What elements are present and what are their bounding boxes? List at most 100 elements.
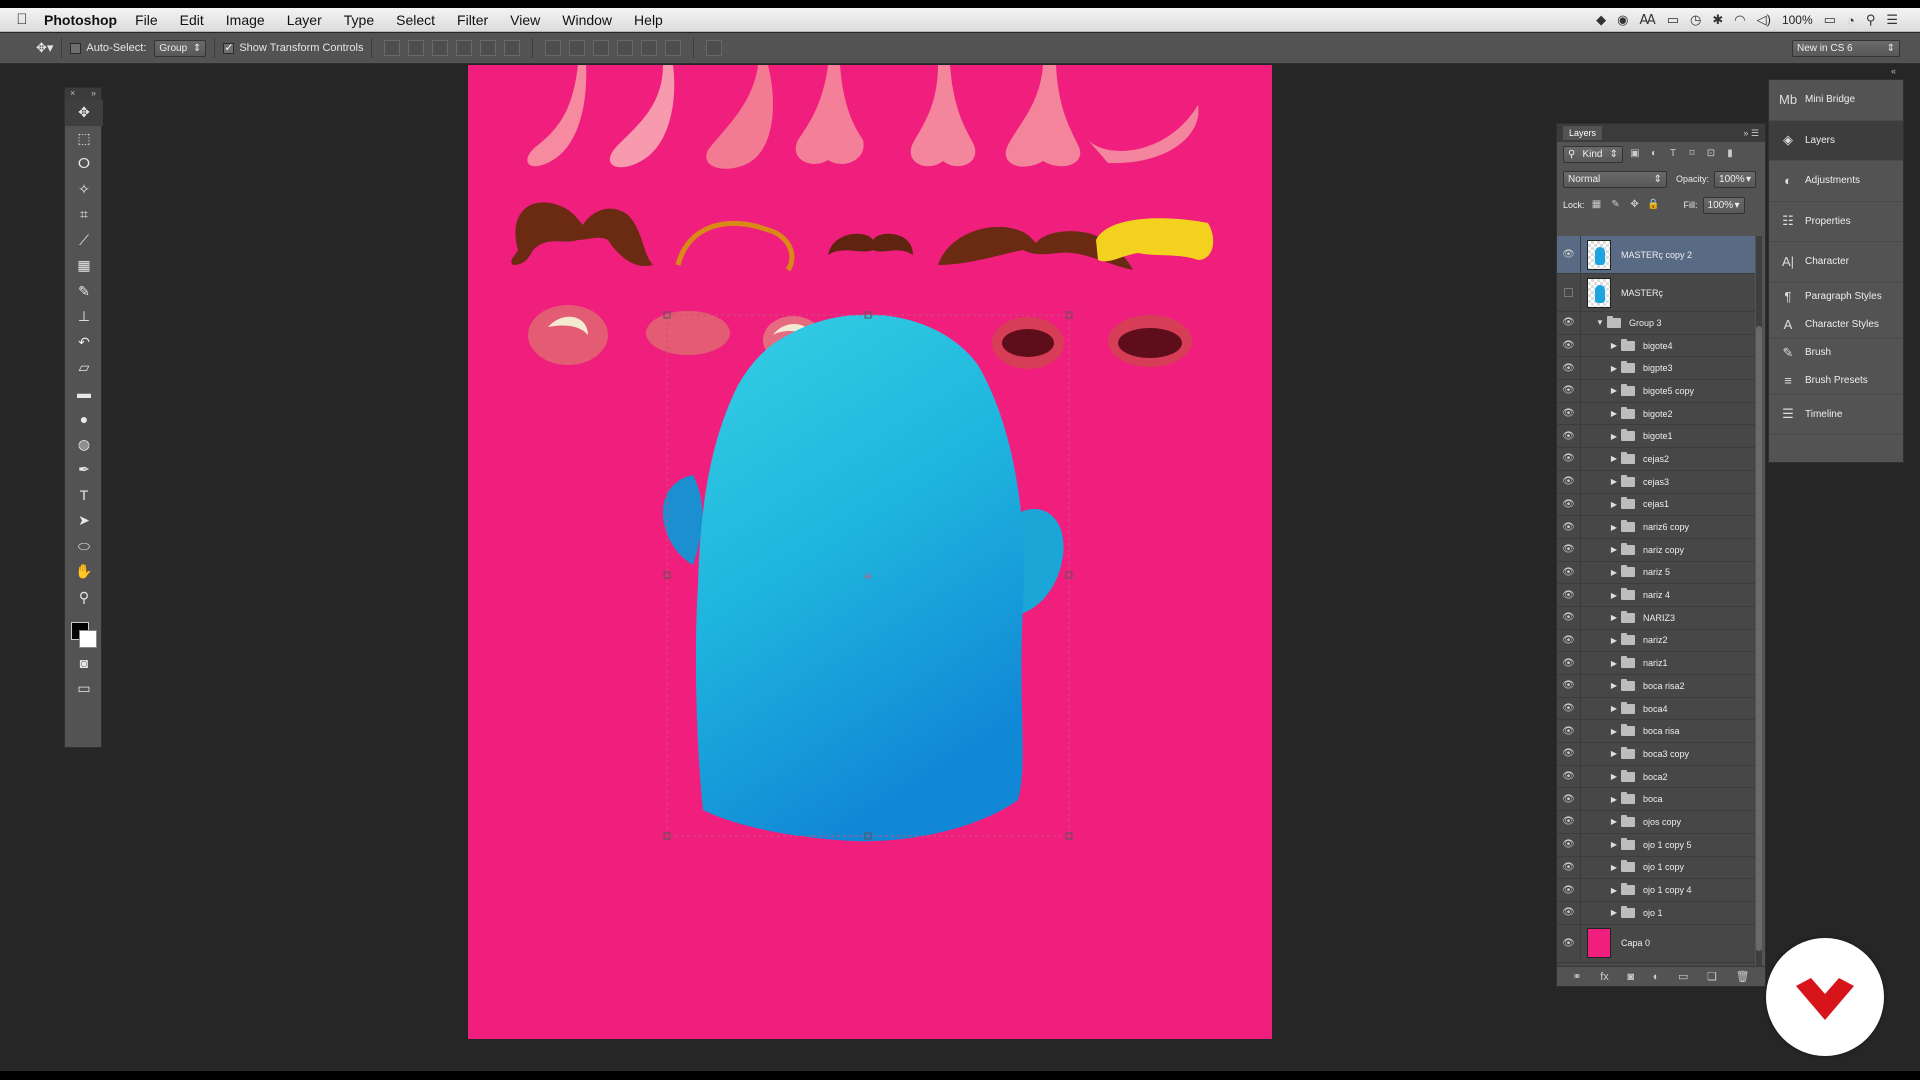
layer-row[interactable]: 👁 ▼ Group 3 (1557, 312, 1755, 335)
eye-icon[interactable]: 👁 (1557, 561, 1581, 584)
screen-mode-icon[interactable]: ▭ (65, 676, 103, 702)
gradient-tool-icon[interactable]: ▬ (65, 381, 103, 407)
history-brush-tool-icon[interactable]: ↶ (65, 330, 103, 356)
chevron-right-icon[interactable]: ▶ (1607, 613, 1621, 622)
dock-item-brush[interactable]: ✎ Brush (1769, 339, 1903, 367)
battery-icon[interactable]: ▭ (1824, 12, 1836, 28)
eye-icon[interactable]: 👁 (1557, 652, 1581, 674)
lock-position-icon[interactable]: ✥ (1628, 198, 1642, 212)
ellipse-tool-icon[interactable]: ⬭ (65, 534, 103, 560)
dock-collapse-icon[interactable]: « (1891, 66, 1896, 76)
background-color-swatch[interactable] (79, 630, 97, 648)
dock-item-brush-presets[interactable]: ≡ Brush Presets (1769, 367, 1903, 395)
clone-stamp-tool-icon[interactable]: ⊥ (65, 304, 103, 330)
hand-tool-icon[interactable]: ✋ (65, 559, 103, 585)
scrollbar-thumb[interactable] (1756, 326, 1762, 951)
layer-row[interactable]: 👁 ▶ bigote5 copy (1557, 380, 1755, 403)
link-layers-icon[interactable]: ⚭ (1572, 970, 1581, 983)
eye-icon[interactable]: 👁 (1557, 236, 1581, 273)
chevron-right-icon[interactable]: ▶ (1607, 886, 1621, 895)
chevron-right-icon[interactable]: ▶ (1607, 863, 1621, 872)
adjustment-layer-icon[interactable]: ◐ (1653, 971, 1660, 983)
layer-row[interactable]: 👁 ▶ bigpte3 (1557, 357, 1755, 381)
eyedropper-tool-icon[interactable]: ⟋ (65, 228, 103, 254)
eraser-tool-icon[interactable]: ▱ (65, 355, 103, 381)
layer-row[interactable]: 👁 ▶ ojo 1 copy 5 (1557, 833, 1755, 857)
layer-row[interactable]: 👁 ▶ boca4 (1557, 697, 1755, 721)
chevron-right-icon[interactable]: ▶ (1607, 432, 1621, 441)
menu-type[interactable]: Type (340, 12, 378, 28)
record-icon[interactable]: ◉ (1617, 12, 1628, 28)
lock-transparency-icon[interactable]: ▦ (1590, 198, 1604, 212)
magic-wand-tool-icon[interactable]: ✧ (65, 177, 103, 203)
pixel-filter-icon[interactable]: ▣ (1628, 147, 1642, 161)
move-tool-icon[interactable]: ✥ (65, 100, 103, 126)
eye-icon[interactable]: 👁 (1557, 765, 1581, 788)
chevron-right-icon[interactable]: ▶ (1607, 840, 1621, 849)
align-left-icon[interactable] (456, 40, 473, 56)
align-bottom-icon[interactable] (432, 40, 449, 56)
chevron-right-icon[interactable]: ▶ (1607, 817, 1621, 826)
distribute-right-icon[interactable] (665, 40, 682, 56)
layer-list-scrollbar[interactable] (1756, 236, 1762, 966)
eye-icon[interactable]: 👁 (1557, 697, 1581, 720)
menu-app-name[interactable]: Photoshop (44, 12, 117, 28)
volume-icon[interactable]: ◁) (1757, 12, 1771, 28)
bluetooth-icon[interactable]: ✱ (1712, 12, 1723, 28)
workspace-dropdown[interactable]: New in CS 6 ⇕ (1792, 39, 1900, 57)
dock-item-properties[interactable]: ☷ Properties (1769, 202, 1903, 242)
eye-icon[interactable]: 👁 (1557, 402, 1581, 425)
chevron-right-icon[interactable]: ▶ (1607, 523, 1621, 532)
chevron-right-icon[interactable]: ▶ (1607, 681, 1621, 690)
chevron-right-icon[interactable]: ▶ (1607, 477, 1621, 486)
eye-icon[interactable]: 👁 (1557, 493, 1581, 516)
layer-row[interactable]: 👁 ▶ nariz 5 (1557, 561, 1755, 585)
chevron-right-icon[interactable]: ▶ (1607, 341, 1621, 350)
healing-brush-tool-icon[interactable]: ▦ (65, 253, 103, 279)
layer-row[interactable]: 👁 ▶ boca risa (1557, 720, 1755, 744)
distribute-hcenter-icon[interactable] (641, 40, 658, 56)
trash-icon[interactable]: 🗑 (1736, 970, 1750, 983)
adjustment-filter-icon[interactable]: ◐ (1647, 147, 1661, 161)
apple-icon[interactable]:  (0, 11, 44, 28)
menu-file[interactable]: File (131, 12, 162, 28)
chevron-right-icon[interactable]: ▶ (1607, 908, 1621, 917)
dock-item-adjustments[interactable]: ◐ Adjustments (1769, 161, 1903, 202)
align-vcenter-icon[interactable] (408, 40, 425, 56)
chevron-right-icon[interactable]: ▶ (1607, 704, 1621, 713)
close-icon[interactable]: × (70, 88, 75, 100)
quick-mask-icon[interactable]: ◙ (65, 650, 103, 676)
layer-row[interactable]: 👁 ▶ nariz6 copy (1557, 516, 1755, 539)
layer-row[interactable]: 👁 ▶ boca risa2 (1557, 675, 1755, 698)
eye-icon[interactable]: 👁 (1557, 448, 1581, 470)
chevron-right-icon[interactable]: ▶ (1607, 454, 1621, 463)
layer-row[interactable]: 👁 ▶ nariz1 (1557, 652, 1755, 675)
eye-icon[interactable]: 👁 (1557, 743, 1581, 765)
menu-help[interactable]: Help (630, 12, 667, 28)
add-mask-icon[interactable]: ◙ (1627, 971, 1634, 983)
smart-object-filter-icon[interactable]: ⊡ (1704, 147, 1718, 161)
color-swatches[interactable] (65, 610, 101, 650)
blend-mode-dropdown[interactable]: Normal ⇕ (1563, 170, 1667, 188)
dock-item-paragraph-styles[interactable]: ¶ Paragraph Styles (1769, 283, 1903, 311)
layer-row[interactable]: 👁 MASTERç copy 2 (1557, 236, 1755, 274)
eye-icon[interactable]: 👁 (1557, 425, 1581, 448)
tab-layers[interactable]: Layers (1563, 126, 1603, 140)
distribute-left-icon[interactable] (617, 40, 634, 56)
layer-row[interactable]: MASTERç (1557, 274, 1755, 312)
new-group-icon[interactable]: ▭ (1678, 970, 1688, 983)
layer-row[interactable]: 👁 ▶ ojo 1 copy 4 (1557, 879, 1755, 902)
layer-row[interactable]: 👁 ▶ NARIZ3 (1557, 606, 1755, 630)
eye-icon[interactable]: 👁 (1557, 629, 1581, 652)
new-layer-icon[interactable]: ❏ (1707, 970, 1717, 983)
eye-icon[interactable]: 👁 (1557, 516, 1581, 538)
menu-window[interactable]: Window (558, 12, 616, 28)
eye-icon[interactable]: 👁 (1557, 334, 1581, 357)
distribute-vcenter-icon[interactable] (569, 40, 586, 56)
eye-icon[interactable]: 👁 (1557, 833, 1581, 856)
marquee-tool-icon[interactable]: ⬚ (65, 126, 103, 152)
align-top-icon[interactable] (384, 40, 401, 56)
layer-row[interactable]: 👁 ▶ boca3 copy (1557, 743, 1755, 766)
document-canvas[interactable]: ✛ (468, 65, 1272, 1039)
layer-row[interactable]: 👁 Capa 0 (1557, 924, 1755, 963)
